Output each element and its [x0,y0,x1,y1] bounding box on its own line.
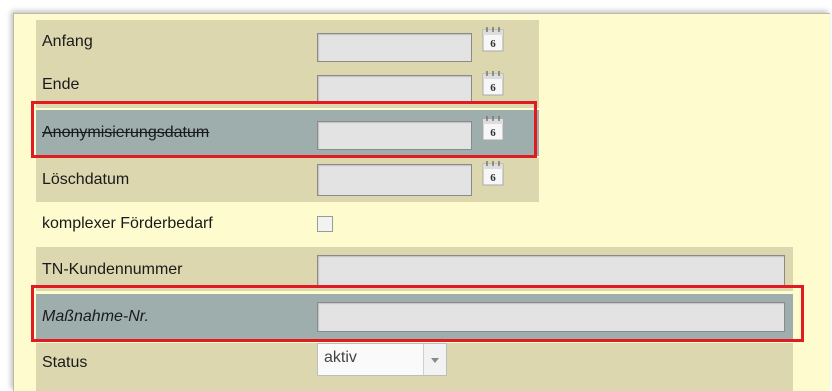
status-select[interactable]: aktiv [317,343,447,376]
row-loeschdatum: Löschdatum 6 [36,158,539,202]
status-select-value: aktiv [324,349,357,366]
anfang-date-input[interactable] [317,33,472,62]
row-status: Status aktiv [36,343,793,391]
ende-date-input[interactable] [317,75,472,104]
komplexer-foerderbedarf-checkbox[interactable] [317,216,333,232]
highlight-anonymisierungsdatum [31,101,537,158]
ende-label: Ende [42,76,80,93]
tn-kundennummer-label: TN-Kundennummer [42,261,183,278]
svg-text:6: 6 [490,172,496,184]
calendar-icon[interactable]: 6 [481,26,505,52]
anfang-label: Anfang [42,33,93,50]
highlight-massnahme-nr [31,285,804,342]
calendar-icon[interactable]: 6 [481,70,505,96]
chevron-down-icon [431,358,439,363]
row-anfang: Anfang 6 [36,20,539,64]
tn-kundennummer-input[interactable] [317,255,785,286]
loeschdatum-date-input[interactable] [317,164,472,196]
calendar-icon[interactable]: 6 [481,160,505,186]
status-label: Status [42,354,88,371]
svg-text:6: 6 [490,38,496,50]
komplexer-foerderbedarf-label: komplexer Förderbedarf [42,215,213,232]
status-dropdown-button[interactable] [423,344,446,375]
loeschdatum-label: Löschdatum [42,171,130,188]
row-komplexer-foerderbedarf: komplexer Förderbedarf [36,202,539,246]
svg-text:6: 6 [490,82,496,94]
